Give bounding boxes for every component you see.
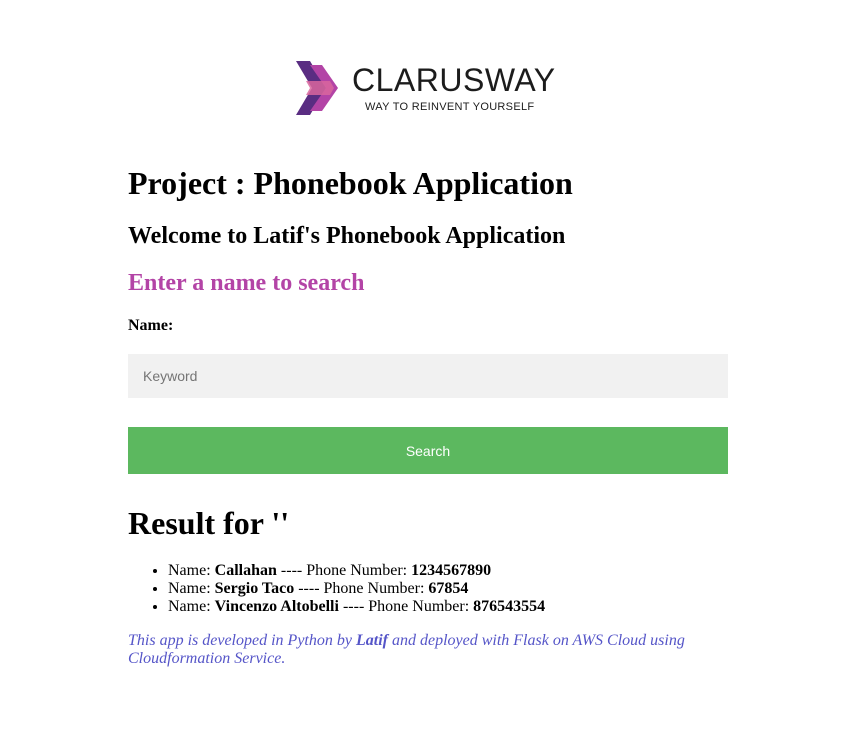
result-title: Result for '' (128, 505, 290, 541)
list-item: Name: Sergio Taco ---- Phone Number: 678… (168, 580, 545, 598)
name-prefix: Name: (168, 562, 215, 579)
contact-phone: 1234567890 (411, 562, 492, 579)
chevron-arrows-logo-icon (296, 61, 338, 115)
phone-prefix: ---- Phone Number: (294, 580, 429, 597)
logo-tagline: WAY TO REINVENT YOURSELF (365, 101, 535, 113)
name-prefix: Name: (168, 580, 215, 597)
contact-phone: 67854 (428, 580, 469, 597)
contact-phone: 876543554 (473, 598, 546, 615)
welcome-title: Welcome to Latif's Phonebook Application (128, 223, 566, 249)
name-label: Name: (128, 317, 174, 334)
contact-name: Callahan (214, 562, 277, 579)
list-item: Name: Vincenzo Altobelli ---- Phone Numb… (168, 598, 545, 616)
phone-prefix: ---- Phone Number: (276, 562, 412, 579)
keyword-input[interactable] (128, 354, 728, 398)
search-heading: Enter a name to search (128, 270, 365, 296)
contact-name: Sergio Taco (214, 580, 295, 597)
footer-author: Latif (355, 632, 388, 649)
phone-prefix: ---- Phone Number: (338, 598, 474, 615)
logo-name: CLARUSWAY (352, 62, 556, 98)
clarusway-logo: CLARUSWAY WAY TO REINVENT YOURSELF (296, 60, 566, 116)
contact-name: Vincenzo Altobelli (214, 598, 339, 615)
footer-text-before: This app is developed in Python by (128, 632, 356, 649)
search-button[interactable]: Search (128, 427, 728, 474)
results-list: Name: Callahan ---- Phone Number: 123456… (128, 562, 545, 616)
footer-note: This app is developed in Python by Latif… (128, 632, 728, 668)
list-item: Name: Callahan ---- Phone Number: 123456… (168, 562, 545, 580)
name-prefix: Name: (168, 598, 215, 615)
project-title: Project : Phonebook Application (128, 165, 573, 201)
